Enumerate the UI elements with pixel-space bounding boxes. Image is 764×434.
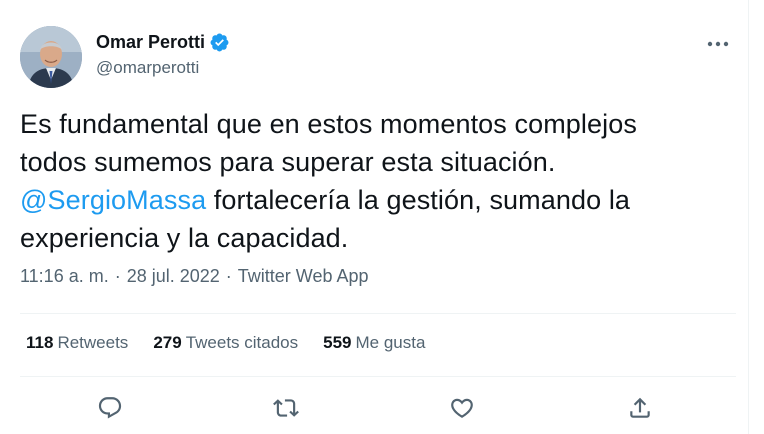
tweet-meta: 11:16 a. m. · 28 jul. 2022 · Twitter Web… bbox=[20, 266, 369, 287]
retweet-button[interactable] bbox=[268, 390, 304, 426]
likes-stat[interactable]: 559 Me gusta bbox=[323, 333, 425, 353]
tweet-header: Omar Perotti @omarperotti bbox=[20, 24, 736, 88]
retweet-icon bbox=[273, 399, 299, 417]
quote-tweets-label: Tweets citados bbox=[185, 333, 299, 352]
share-icon bbox=[630, 397, 650, 418]
tweet-line-1: Es fundamental que en estos momentos com… bbox=[20, 109, 637, 139]
mention-link[interactable]: @SergioMassa bbox=[20, 185, 206, 215]
tweet-line-2: todos sumemos para superar esta situació… bbox=[20, 147, 556, 177]
tweet-time[interactable]: 11:16 a. m. bbox=[20, 266, 109, 287]
divider bbox=[20, 376, 736, 377]
like-button[interactable] bbox=[444, 390, 480, 426]
heart-icon bbox=[451, 398, 473, 418]
more-options-button[interactable] bbox=[706, 32, 730, 56]
likes-label: Me gusta bbox=[355, 333, 426, 352]
retweets-stat[interactable]: 118 Retweets bbox=[26, 333, 128, 353]
reply-icon bbox=[98, 397, 122, 419]
reply-button[interactable] bbox=[92, 390, 128, 426]
more-horizontal-icon bbox=[707, 41, 729, 47]
tweet-line-3: @SergioMassa fortalecería la gestión, su… bbox=[20, 181, 720, 219]
author-block: Omar Perotti @omarperotti bbox=[96, 30, 230, 78]
share-button[interactable] bbox=[622, 390, 658, 426]
avatar[interactable] bbox=[20, 26, 82, 88]
divider bbox=[20, 313, 736, 314]
retweets-label: Retweets bbox=[57, 333, 129, 352]
tweet-stats: 118 Retweets 279 Tweets citados 559 Me g… bbox=[26, 333, 450, 353]
tweet-line-4: experiencia y la capacidad. bbox=[20, 223, 349, 253]
meta-separator: · bbox=[114, 266, 121, 286]
tweet-actions bbox=[20, 390, 736, 426]
tweet-source[interactable]: Twitter Web App bbox=[238, 266, 369, 287]
likes-count: 559 bbox=[323, 333, 352, 352]
meta-separator: · bbox=[225, 266, 232, 286]
quote-tweets-stat[interactable]: 279 Tweets citados bbox=[153, 333, 298, 353]
tweet-date[interactable]: 28 jul. 2022 bbox=[127, 266, 220, 287]
author-handle[interactable]: @omarperotti bbox=[96, 58, 230, 78]
verified-badge-icon bbox=[209, 32, 230, 53]
retweets-count: 118 bbox=[26, 333, 54, 352]
tweet-line-3-rest: fortalecería la gestión, sumando la bbox=[206, 185, 631, 215]
timeline-border bbox=[748, 0, 749, 434]
quote-tweets-count: 279 bbox=[153, 333, 182, 352]
author-display-name[interactable]: Omar Perotti bbox=[96, 32, 205, 53]
tweet-text: Es fundamental que en estos momentos com… bbox=[20, 105, 720, 257]
